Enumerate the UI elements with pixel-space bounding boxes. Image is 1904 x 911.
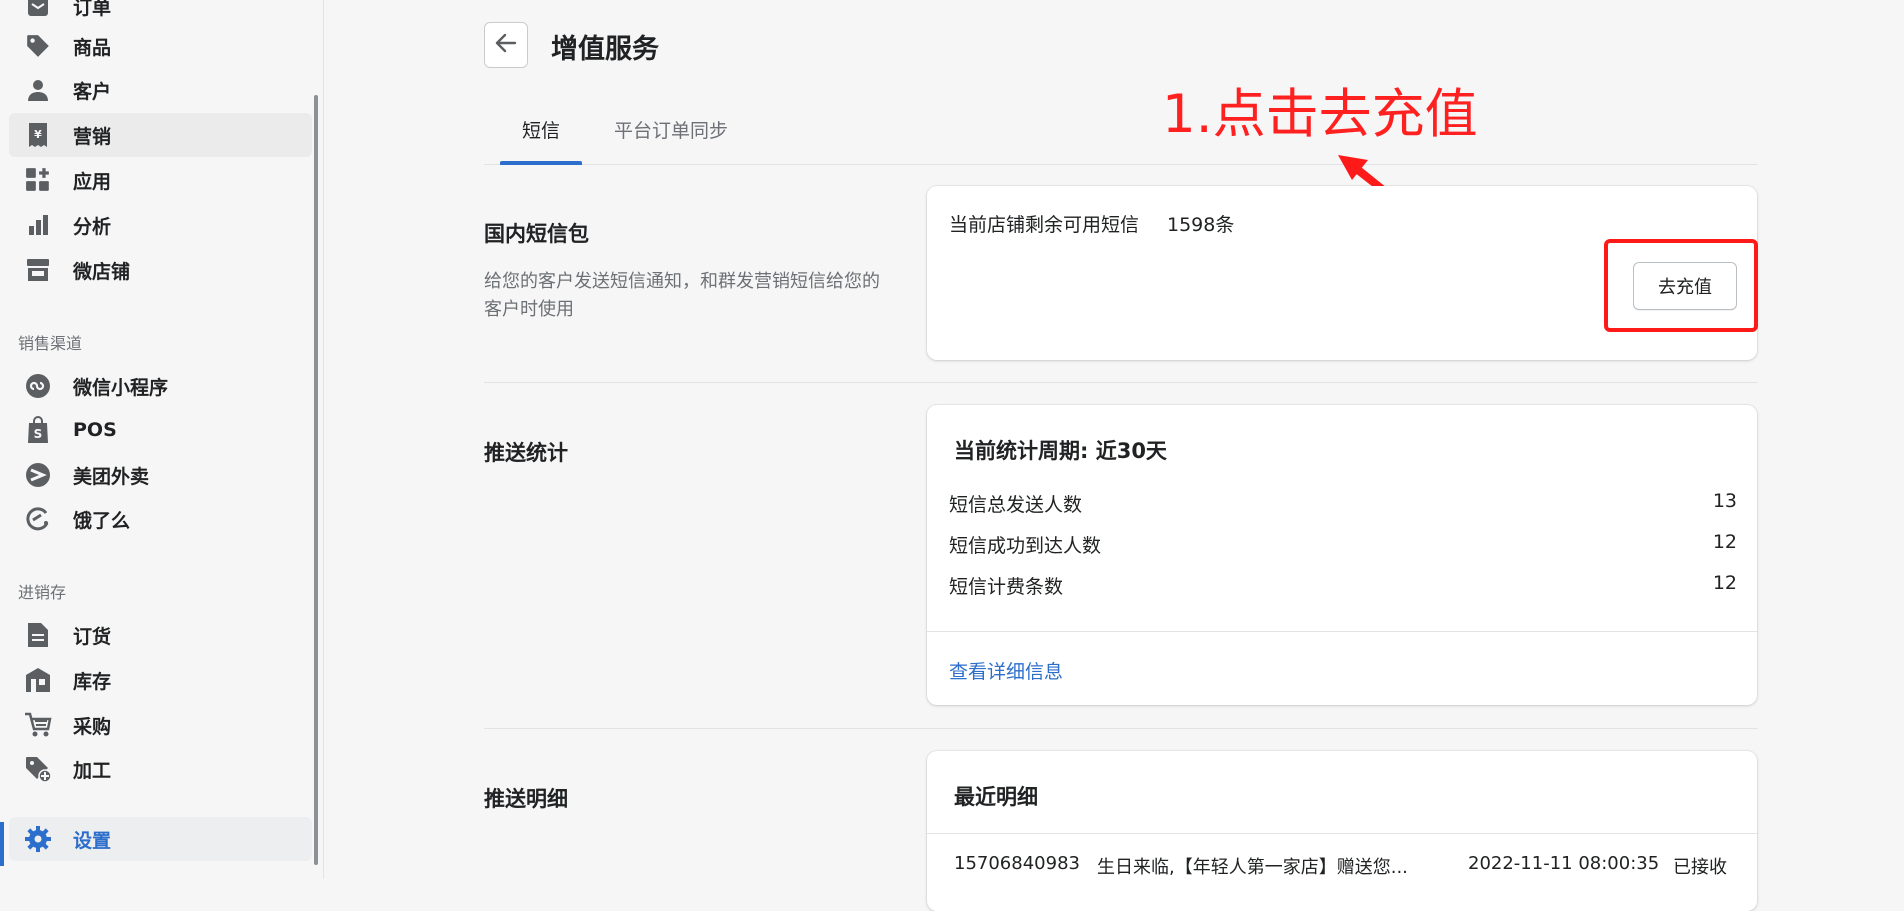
- stat-row: 短信总发送人数 13: [949, 490, 1737, 517]
- sidebar-scrollbar[interactable]: [314, 95, 318, 865]
- mini-program-icon: [23, 371, 53, 401]
- sidebar-item-purchase[interactable]: 采购: [9, 703, 312, 747]
- sidebar-item-ordering[interactable]: 订货: [9, 613, 312, 657]
- eleme-icon: [23, 504, 53, 534]
- back-button[interactable]: [484, 22, 528, 68]
- detail-status: 已接收: [1673, 857, 1727, 878]
- pos-bag-icon: S: [23, 415, 53, 445]
- sidebar-item-marketing[interactable]: ¥ 营销: [9, 113, 312, 157]
- tab-platform-order-sync[interactable]: 平台订单同步: [614, 116, 728, 143]
- stat-label: 短信计费条数: [949, 576, 1064, 598]
- detail-time: 2022-11-11 08:00:35: [1468, 853, 1660, 874]
- bar-chart-icon: [23, 210, 53, 240]
- svg-text:¥: ¥: [34, 128, 42, 141]
- order-icon: [23, 0, 53, 21]
- tab-sync-label: 平台订单同步: [614, 120, 729, 142]
- sidebar-item-meituan[interactable]: 美团外卖: [9, 453, 312, 497]
- sms-package-title: 国内短信包: [484, 222, 589, 246]
- card-divider: [927, 631, 1757, 632]
- annotation-highlight-box: [1604, 239, 1758, 332]
- tag-plus-icon: [23, 754, 53, 784]
- stat-label: 短信总发送人数: [949, 494, 1083, 516]
- sales-channels-title: 销售渠道: [18, 334, 83, 353]
- annotation-text: 1.点击去充值: [1162, 84, 1478, 145]
- push-detail-card: 最近明细 15706840983 生日来临,【年轻人第一家店】赠送您... 20…: [927, 751, 1757, 911]
- svg-text:S: S: [34, 427, 43, 441]
- tabs-bar: 短信 平台订单同步: [484, 104, 1758, 165]
- push-stats-title: 推送统计: [484, 441, 568, 465]
- stat-value: 12: [1712, 572, 1737, 594]
- sidebar-item-store[interactable]: 微店铺: [9, 248, 312, 292]
- stat-value: 12: [1712, 531, 1737, 553]
- view-details-link[interactable]: 查看详细信息: [949, 657, 1063, 684]
- sidebar-item-processing[interactable]: 加工: [9, 747, 312, 791]
- tag-icon: [23, 31, 53, 61]
- gear-icon: [23, 824, 53, 854]
- sidebar-item-pos[interactable]: S POS: [9, 408, 312, 452]
- remaining-sms-label: 当前店铺剩余可用短信: [949, 214, 1140, 236]
- sms-package-description: 给您的客户发送短信通知，和群发营销短信给您的客户时使用: [484, 271, 880, 320]
- sidebar-item-products[interactable]: 商品: [9, 24, 312, 68]
- stat-label: 短信成功到达人数: [949, 535, 1102, 557]
- remaining-sms-value: 1598条: [1167, 214, 1235, 236]
- sidebar-item-customers[interactable]: 客户: [9, 68, 312, 112]
- stat-value: 13: [1712, 490, 1737, 512]
- document-icon: [23, 620, 53, 650]
- detail-content: 生日来临,【年轻人第一家店】赠送您...: [1097, 857, 1408, 878]
- detail-phone: 15706840983: [954, 853, 1080, 874]
- sidebar-item-eleme[interactable]: 饿了么: [9, 497, 312, 541]
- tab-sms-label: 短信: [522, 120, 561, 142]
- meituan-icon: [23, 460, 53, 490]
- sidebar-item-settings[interactable]: 设置: [9, 817, 312, 861]
- sidebar-item-analytics[interactable]: 分析: [9, 203, 312, 247]
- sidebar-item-apps[interactable]: 应用: [9, 158, 312, 202]
- card-divider: [927, 833, 1757, 834]
- push-stats-card: 当前统计周期: 近30天 短信总发送人数 13 短信成功到达人数 12 短信计费…: [927, 405, 1757, 705]
- person-icon: [23, 75, 53, 105]
- tab-sms[interactable]: 短信: [522, 116, 560, 143]
- recent-details-heading: 最近明细: [954, 785, 1038, 809]
- arrow-left-icon: [495, 33, 517, 57]
- sidebar-item-wechat-mini[interactable]: 微信小程序: [9, 364, 312, 408]
- stat-row: 短信计费条数 12: [949, 572, 1737, 599]
- section-divider: [484, 728, 1758, 729]
- inventory-title: 进销存: [18, 583, 67, 602]
- stat-row: 短信成功到达人数 12: [949, 531, 1737, 558]
- apps-icon: [23, 165, 53, 195]
- cart-icon: [23, 710, 53, 740]
- store-icon: [23, 255, 53, 285]
- settings-active-indicator: [0, 822, 4, 866]
- push-detail-title: 推送明细: [484, 787, 568, 811]
- stats-period: 当前统计周期: 近30天: [954, 439, 1167, 463]
- tab-active-indicator: [500, 161, 582, 165]
- sidebar-item-stock[interactable]: 库存: [9, 658, 312, 702]
- section-divider: [484, 382, 1758, 383]
- marketing-icon: ¥: [23, 120, 53, 150]
- warehouse-icon: [23, 665, 53, 695]
- sidebar: 订单 商品 客户 ¥ 营销 应用 分析 微店铺 销售渠道 微信小程序 S POS…: [0, 0, 324, 879]
- page-title: 增值服务: [551, 34, 659, 65]
